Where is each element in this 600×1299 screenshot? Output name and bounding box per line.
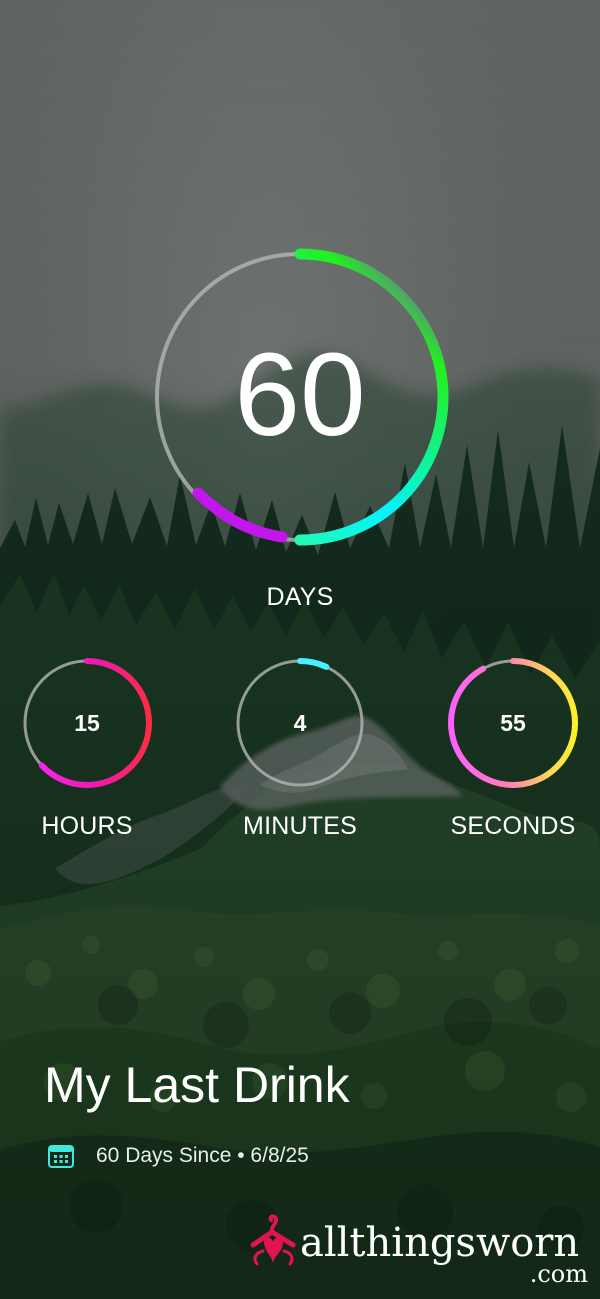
days-since-date: 60 Days Since • 6/8/25 [96,1144,309,1167]
days-label: DAYS [266,583,334,611]
minutes-label: MINUTES [243,812,357,840]
minutes-value: 4 [293,710,307,736]
days-value: 60 [234,329,366,461]
page-title: My Last Drink [44,1057,350,1113]
calendar-icon [48,1145,74,1168]
hours-label: HOURS [41,812,133,840]
seconds-value: 55 [500,710,526,736]
date-meta-row: 60 Days Since • 6/8/25 [46,1140,309,1172]
hours-value: 15 [74,710,100,736]
watermark-domain-text: .com [529,1260,588,1288]
counter-screen: 60 DAYS 15 4 55 HOURS MINUTES SECONDS My… [0,0,600,1299]
allthingsworn-watermark: allthingsworn .com [246,1212,591,1292]
clothes-hanger-heart-icon [250,1214,296,1266]
seconds-label: SECONDS [450,812,576,840]
